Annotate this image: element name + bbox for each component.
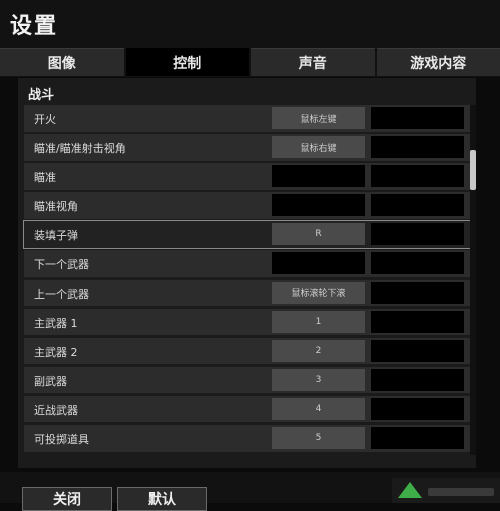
keybind-row-selected: 装填子弹 R [24, 221, 470, 248]
keybind-row: 瞄准视角 [24, 192, 470, 219]
secondary-key-button[interactable] [371, 311, 464, 333]
secondary-key-button[interactable] [371, 282, 464, 304]
primary-key-button[interactable] [272, 252, 365, 274]
keybind-row: 主武器 1 1 [24, 309, 470, 336]
action-label: 瞄准视角 [34, 198, 78, 214]
keybind-row: 可投掷道具 5 [24, 425, 470, 452]
keybind-list: 开火 鼠标左键 瞄准/瞄准射击视角 鼠标右键 瞄准 瞄准视角 装填子弹 R 下一… [24, 105, 470, 454]
tab-controls[interactable]: 控制 [126, 48, 250, 76]
action-label: 主武器 1 [34, 315, 78, 331]
primary-key-button[interactable]: 鼠标滚轮下滚 [272, 282, 365, 304]
close-button[interactable]: 关闭 [22, 487, 112, 511]
secondary-key-button[interactable] [371, 136, 464, 158]
secondary-key-button[interactable] [371, 165, 464, 187]
keybind-row: 下一个武器 [24, 250, 470, 277]
keybind-row: 近战武器 4 [24, 396, 470, 423]
primary-key-button[interactable]: R [272, 223, 365, 245]
settings-tabs: 图像 控制 声音 游戏内容 [0, 48, 500, 77]
secondary-key-button[interactable] [371, 252, 464, 274]
title-bar: 设置 [0, 0, 500, 48]
action-label: 装填子弹 [34, 227, 78, 243]
secondary-key-button[interactable] [371, 340, 464, 362]
tab-gameplay[interactable]: 游戏内容 [377, 48, 500, 76]
window-title: 设置 [10, 8, 58, 40]
secondary-key-button[interactable] [371, 107, 464, 129]
action-label: 瞄准 [34, 169, 56, 185]
keybind-row: 上一个武器 鼠标滚轮下滚 [24, 280, 470, 307]
keybind-row: 主武器 2 2 [24, 338, 470, 365]
watermark-logo [392, 478, 500, 503]
keybind-row: 副武器 3 [24, 367, 470, 394]
action-label: 近战武器 [34, 402, 78, 418]
action-label: 上一个武器 [34, 286, 89, 302]
primary-key-button[interactable]: 鼠标左键 [272, 107, 365, 129]
primary-key-button[interactable]: 1 [272, 311, 365, 333]
action-label: 瞄准/瞄准射击视角 [34, 140, 126, 156]
primary-key-button[interactable]: 5 [272, 427, 365, 449]
primary-key-button[interactable]: 鼠标右键 [272, 136, 365, 158]
primary-key-button[interactable]: 3 [272, 369, 365, 391]
action-label: 副武器 [34, 373, 67, 389]
secondary-key-button[interactable] [371, 194, 464, 216]
action-label: 主武器 2 [34, 344, 78, 360]
primary-key-button[interactable]: 4 [272, 398, 365, 420]
primary-key-button[interactable] [272, 165, 365, 187]
keybind-row: 瞄准 [24, 163, 470, 190]
secondary-key-button[interactable] [371, 427, 464, 449]
default-button[interactable]: 默认 [117, 487, 207, 511]
keybind-row: 瞄准/瞄准射击视角 鼠标右键 [24, 134, 470, 161]
action-label: 开火 [34, 111, 56, 127]
scrollbar-thumb[interactable] [470, 150, 476, 190]
logo-text-bar [428, 488, 494, 496]
action-label: 可投掷道具 [34, 431, 89, 447]
tab-sound[interactable]: 声音 [251, 48, 375, 76]
tab-graphics[interactable]: 图像 [0, 48, 124, 76]
primary-key-button[interactable]: 2 [272, 340, 365, 362]
action-label: 下一个武器 [34, 256, 89, 272]
section-title: 战斗 [28, 84, 54, 103]
secondary-key-button[interactable] [371, 223, 464, 245]
secondary-key-button[interactable] [371, 369, 464, 391]
keybind-row: 开火 鼠标左键 [24, 105, 470, 132]
logo-triangle-icon [398, 482, 422, 498]
primary-key-button[interactable] [272, 194, 365, 216]
secondary-key-button[interactable] [371, 398, 464, 420]
